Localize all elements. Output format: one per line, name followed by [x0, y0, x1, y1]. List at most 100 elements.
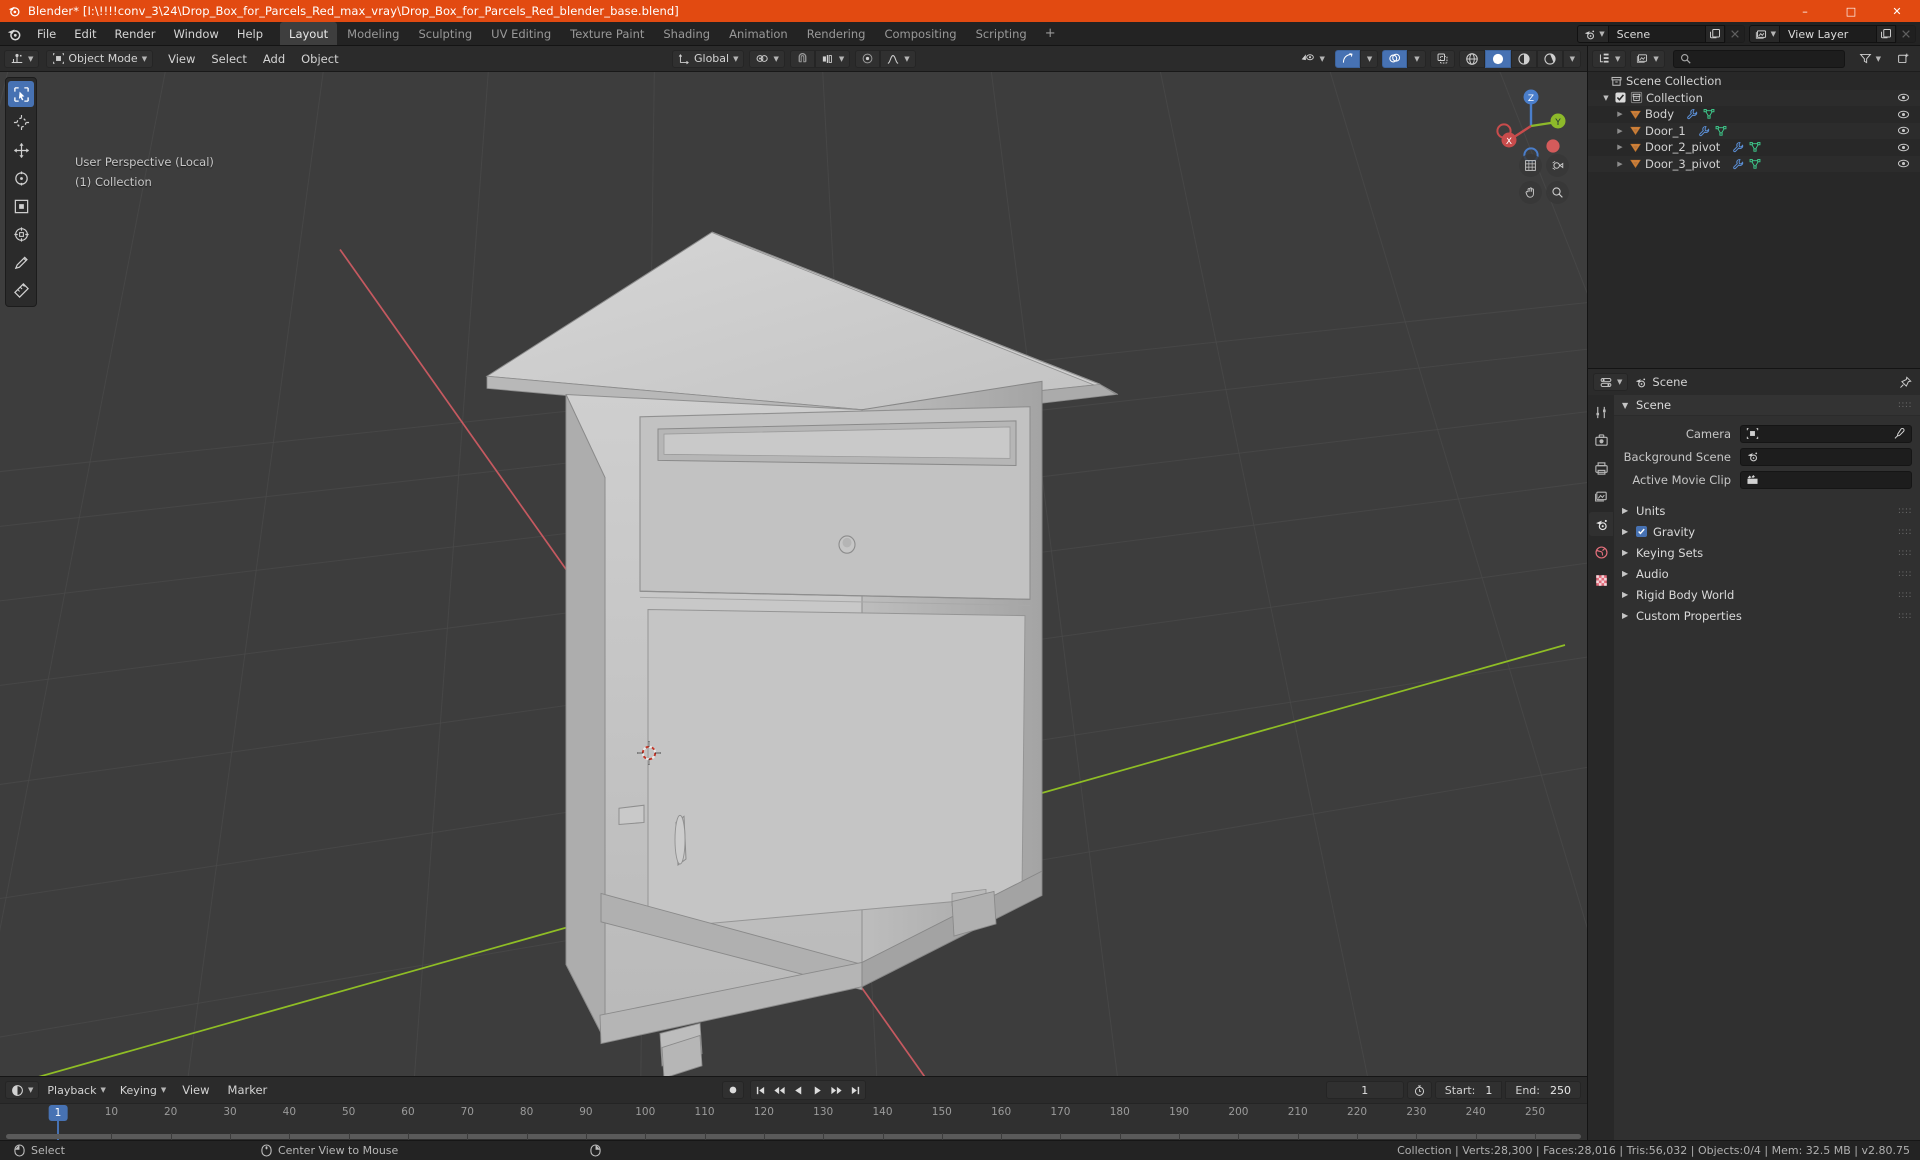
- cursor-tool[interactable]: [8, 109, 34, 135]
- gizmo-dropdown[interactable]: ▼: [1359, 49, 1379, 68]
- visibility-eye-icon[interactable]: [1897, 141, 1910, 154]
- mesh-data-icon[interactable]: [1749, 141, 1761, 153]
- view-layer-new-button[interactable]: [1876, 25, 1896, 43]
- panel-header-rigid-body-world[interactable]: ▶ Rigid Body World ::::: [1614, 584, 1920, 605]
- outliner-row-door-3-pivot[interactable]: ▶ Door_3_pivot: [1588, 155, 1920, 172]
- view-layer-delete-button[interactable]: [1896, 25, 1916, 43]
- properties-tab-texture[interactable]: [1589, 568, 1613, 592]
- outliner-row-door-1[interactable]: ▶ Door_1: [1588, 122, 1920, 139]
- background-scene-field[interactable]: [1740, 447, 1912, 466]
- previous-keyframe-button[interactable]: [770, 1081, 789, 1099]
- playhead-frame-label[interactable]: 1: [48, 1105, 68, 1121]
- add-workspace-button[interactable]: +: [1037, 22, 1064, 45]
- timeline-horizontal-scrollbar[interactable]: [6, 1134, 1581, 1139]
- panel-header-units[interactable]: ▶ Units ::::: [1614, 500, 1920, 521]
- menu-help[interactable]: Help: [228, 22, 272, 45]
- tab-texture-paint[interactable]: Texture Paint: [561, 22, 653, 45]
- outliner-display-mode-dropdown[interactable]: ▼: [1630, 49, 1665, 68]
- show-overlays-button[interactable]: [1382, 49, 1408, 68]
- outliner-filter-button[interactable]: ▼: [1853, 50, 1887, 68]
- editor-type-button[interactable]: ▼: [4, 49, 40, 68]
- tab-compositing[interactable]: Compositing: [875, 22, 965, 45]
- outliner-new-collection-button[interactable]: [1891, 50, 1916, 68]
- panel-header-custom-properties[interactable]: ▶ Custom Properties ::::: [1614, 605, 1920, 626]
- tab-sculpting[interactable]: Sculpting: [409, 22, 481, 45]
- properties-tab-tool[interactable]: [1589, 400, 1613, 424]
- annotate-tool[interactable]: [8, 249, 34, 275]
- properties-tab-output[interactable]: [1589, 456, 1613, 480]
- scale-tool[interactable]: [8, 193, 34, 219]
- xray-toggle-button[interactable]: [1429, 49, 1455, 68]
- panel-header-gravity[interactable]: ▶ Gravity ::::: [1614, 521, 1920, 542]
- menu-render[interactable]: Render: [106, 22, 165, 45]
- minimize-button[interactable]: –: [1782, 0, 1828, 22]
- pan-view-icon[interactable]: [1519, 181, 1542, 204]
- menu-file[interactable]: File: [28, 22, 65, 45]
- rotate-tool[interactable]: [8, 165, 34, 191]
- camera-field[interactable]: [1740, 424, 1912, 443]
- tab-rendering[interactable]: Rendering: [798, 22, 875, 45]
- measure-tool[interactable]: [8, 277, 34, 303]
- snap-target-dropdown[interactable]: ▼: [814, 49, 851, 68]
- modifier-wrench-icon[interactable]: [1698, 125, 1710, 137]
- pivot-point-dropdown[interactable]: ▼: [749, 49, 785, 68]
- visibility-eye-icon[interactable]: [1897, 157, 1910, 170]
- timeline-ruler[interactable]: 1 10 20 30 40 50 60 70 80 90 100 110 120 130 140 150 16…: [0, 1103, 1587, 1140]
- jump-to-start-button[interactable]: [751, 1081, 770, 1099]
- properties-tab-view-layer[interactable]: [1589, 484, 1613, 508]
- gravity-checkbox[interactable]: [1636, 526, 1647, 537]
- overlay-dropdown[interactable]: ▼: [1407, 49, 1426, 68]
- tab-modeling[interactable]: Modeling: [338, 22, 408, 45]
- outliner-row-scene-collection[interactable]: Scene Collection: [1588, 73, 1920, 90]
- frame-start-field[interactable]: Start: 1: [1434, 1081, 1503, 1099]
- tab-animation[interactable]: Animation: [720, 22, 797, 45]
- select-box-tool[interactable]: [8, 81, 34, 107]
- timeline-menu-marker[interactable]: Marker: [220, 1081, 276, 1099]
- transform-orientation-dropdown[interactable]: Global ▼: [672, 49, 745, 68]
- properties-tab-render[interactable]: [1589, 428, 1613, 452]
- expand-triangle-icon[interactable]: ▶: [1614, 160, 1626, 168]
- mesh-data-icon[interactable]: [1703, 108, 1715, 120]
- modifier-wrench-icon[interactable]: [1732, 141, 1744, 153]
- mesh-data-icon[interactable]: [1749, 158, 1761, 170]
- properties-editor-type-button[interactable]: ▼: [1593, 373, 1629, 391]
- play-reverse-button[interactable]: [789, 1081, 808, 1099]
- shading-options-dropdown[interactable]: ▼: [1562, 49, 1581, 68]
- timeline-menu-playback[interactable]: Playback ▼: [41, 1081, 111, 1099]
- outliner-row-body[interactable]: ▶ Body: [1588, 106, 1920, 123]
- frame-end-field[interactable]: End: 250: [1505, 1081, 1581, 1099]
- camera-view-icon[interactable]: [1546, 154, 1569, 177]
- panel-header-audio[interactable]: ▶ Audio ::::: [1614, 563, 1920, 584]
- outliner-row-door-2-pivot[interactable]: ▶ Door_2_pivot: [1588, 139, 1920, 156]
- expand-triangle-icon[interactable]: ▶: [1614, 143, 1626, 151]
- outliner-search-input[interactable]: [1672, 49, 1845, 68]
- eyedropper-icon[interactable]: [1893, 427, 1906, 440]
- material-preview-button[interactable]: [1510, 49, 1537, 68]
- properties-tab-scene[interactable]: [1589, 512, 1613, 536]
- tab-uv-editing[interactable]: UV Editing: [482, 22, 560, 45]
- menu-window[interactable]: Window: [164, 22, 227, 45]
- outliner-row-collection[interactable]: ▼ Collection: [1588, 89, 1920, 106]
- active-movie-clip-field[interactable]: [1740, 470, 1912, 489]
- scene-delete-button[interactable]: [1724, 25, 1745, 43]
- scene-new-button[interactable]: [1704, 25, 1725, 43]
- maximize-button[interactable]: □: [1828, 0, 1874, 22]
- jump-to-end-button[interactable]: [846, 1081, 865, 1099]
- show-gizmo-button[interactable]: [1334, 49, 1360, 68]
- visibility-dropdown[interactable]: ▼: [1294, 50, 1330, 68]
- properties-tab-world[interactable]: [1589, 540, 1613, 564]
- visibility-eye-icon[interactable]: [1897, 124, 1910, 137]
- view-layer-browse-button[interactable]: ▼: [1748, 25, 1780, 43]
- viewport-menu-add[interactable]: Add: [255, 50, 293, 68]
- transform-tool[interactable]: [8, 221, 34, 247]
- auto-keying-button[interactable]: [721, 1081, 744, 1099]
- collection-checkbox[interactable]: [1615, 92, 1626, 103]
- proportional-edit-toggle[interactable]: [855, 49, 881, 68]
- viewport-menu-object[interactable]: Object: [293, 50, 346, 68]
- use-preview-range-button[interactable]: [1406, 1081, 1432, 1099]
- outliner-editor-type-button[interactable]: ▼: [1592, 49, 1627, 68]
- viewport-3d[interactable]: User Perspective (Local) (1) Collection: [0, 72, 1587, 1076]
- expand-triangle-icon[interactable]: ▼: [1600, 94, 1612, 102]
- proportional-falloff-dropdown[interactable]: ▼: [880, 49, 916, 68]
- current-frame-field[interactable]: 1: [1325, 1081, 1404, 1099]
